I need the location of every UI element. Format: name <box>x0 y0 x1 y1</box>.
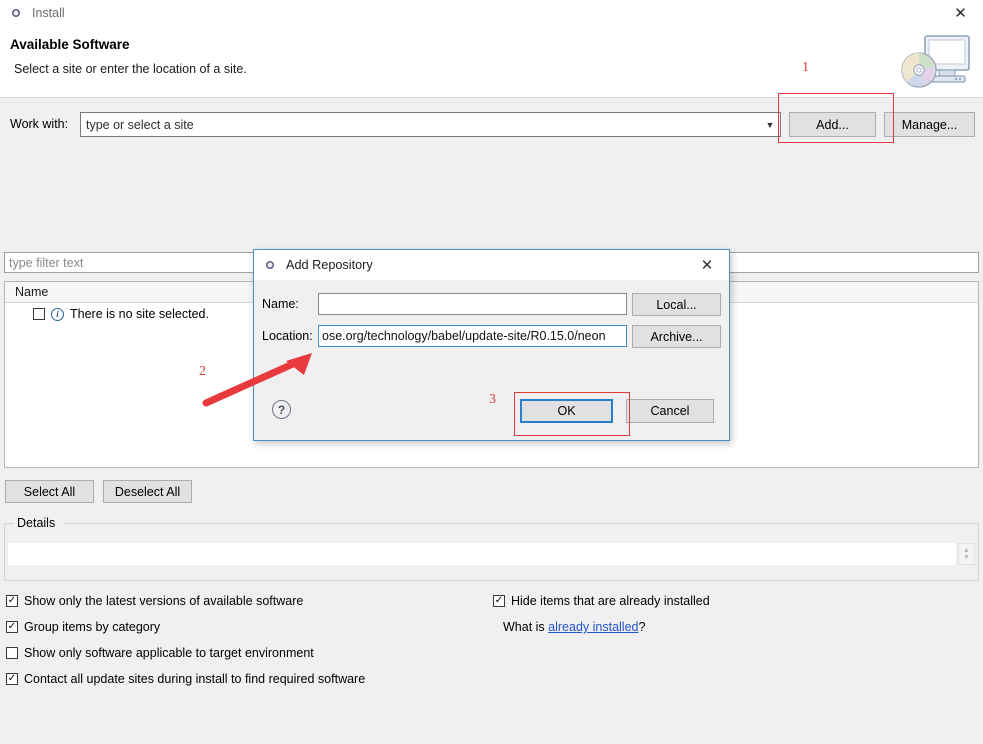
modal-cancel-button[interactable]: Cancel <box>626 399 714 423</box>
checkbox[interactable]: ✓ <box>6 621 18 633</box>
details-scroll-spinner[interactable]: ▲ ▼ <box>958 543 975 565</box>
location-label: Location: <box>262 329 313 343</box>
annotation-marker-1: 1 <box>802 60 809 75</box>
modal-title: Add Repository <box>286 258 373 272</box>
row-name: There is no site selected. <box>70 307 209 321</box>
page-title: Available Software <box>10 37 130 52</box>
row-checkbox[interactable] <box>33 308 45 320</box>
work-with-label: Work with: <box>10 117 69 131</box>
close-icon[interactable]: ✕ <box>938 0 983 26</box>
option-group-by-category[interactable]: ✓ Group items by category <box>6 620 160 634</box>
annotation-marker-3: 3 <box>489 392 496 407</box>
checkbox[interactable] <box>6 647 18 659</box>
chevron-down-icon[interactable]: ▼ <box>760 113 780 136</box>
local-button[interactable]: Local... <box>632 293 721 316</box>
scroll-up-icon[interactable]: ▲ <box>963 547 970 554</box>
what-is-prefix: What is <box>503 620 549 634</box>
modal-title-bar: Add Repository ✕ <box>254 250 729 280</box>
checkbox[interactable]: ✓ <box>493 595 505 607</box>
option-label: Show only the latest versions of availab… <box>24 594 304 608</box>
work-with-value: type or select a site <box>86 117 194 132</box>
select-all-button[interactable]: Select All <box>5 480 94 503</box>
option-label: Group items by category <box>24 620 161 634</box>
window-title-bar: Install ✕ <box>0 0 983 26</box>
option-label: Hide items that are already installed <box>511 594 710 608</box>
option-contact-all-update-sites[interactable]: ✓ Contact all update sites during instal… <box>6 672 365 686</box>
eclipse-cog-icon <box>8 5 24 21</box>
deselect-all-button[interactable]: Deselect All <box>103 480 192 503</box>
archive-button[interactable]: Archive... <box>632 325 721 348</box>
page-subtitle: Select a site or enter the location of a… <box>14 62 247 76</box>
option-applicable-to-target[interactable]: Show only software applicable to target … <box>6 646 314 660</box>
option-hide-installed-items[interactable]: ✓ Hide items that are already installed <box>493 594 710 608</box>
info-icon: i <box>51 307 64 321</box>
already-installed-link[interactable]: already installed <box>548 620 638 634</box>
annotation-box-1 <box>778 93 894 143</box>
work-with-combo[interactable]: type or select a site ▼ <box>80 112 781 137</box>
filter-placeholder: type filter text <box>9 255 84 270</box>
checkbox[interactable]: ✓ <box>6 595 18 607</box>
what-is-already-installed: What is already installed? <box>503 620 645 634</box>
install-dialog-window: Install ✕ Available Software Select a si… <box>0 0 983 744</box>
computer-disc-icon <box>901 35 970 88</box>
scroll-down-icon[interactable]: ▼ <box>963 554 970 561</box>
checkbox[interactable]: ✓ <box>6 673 18 685</box>
name-input[interactable] <box>318 293 627 315</box>
location-input[interactable]: ose.org/technology/babel/update-site/R0.… <box>318 325 627 347</box>
option-show-latest-versions[interactable]: ✓ Show only the latest versions of avail… <box>6 594 303 608</box>
name-label: Name: <box>262 297 299 311</box>
option-label: Show only software applicable to target … <box>24 646 314 660</box>
annotation-box-3 <box>514 392 630 436</box>
dialog-header: Available Software Select a site or ente… <box>0 26 983 98</box>
option-label: Contact all update sites during install … <box>24 672 366 686</box>
annotation-arrow-icon <box>202 353 312 407</box>
close-icon[interactable]: ✕ <box>689 250 725 280</box>
column-header-name[interactable]: Name <box>15 285 48 299</box>
manage-button[interactable]: Manage... <box>884 112 975 137</box>
window-title: Install <box>32 6 65 20</box>
details-field[interactable] <box>8 543 956 565</box>
eclipse-cog-icon <box>262 257 278 273</box>
details-label: Details <box>14 516 59 530</box>
what-is-suffix: ? <box>638 620 646 634</box>
